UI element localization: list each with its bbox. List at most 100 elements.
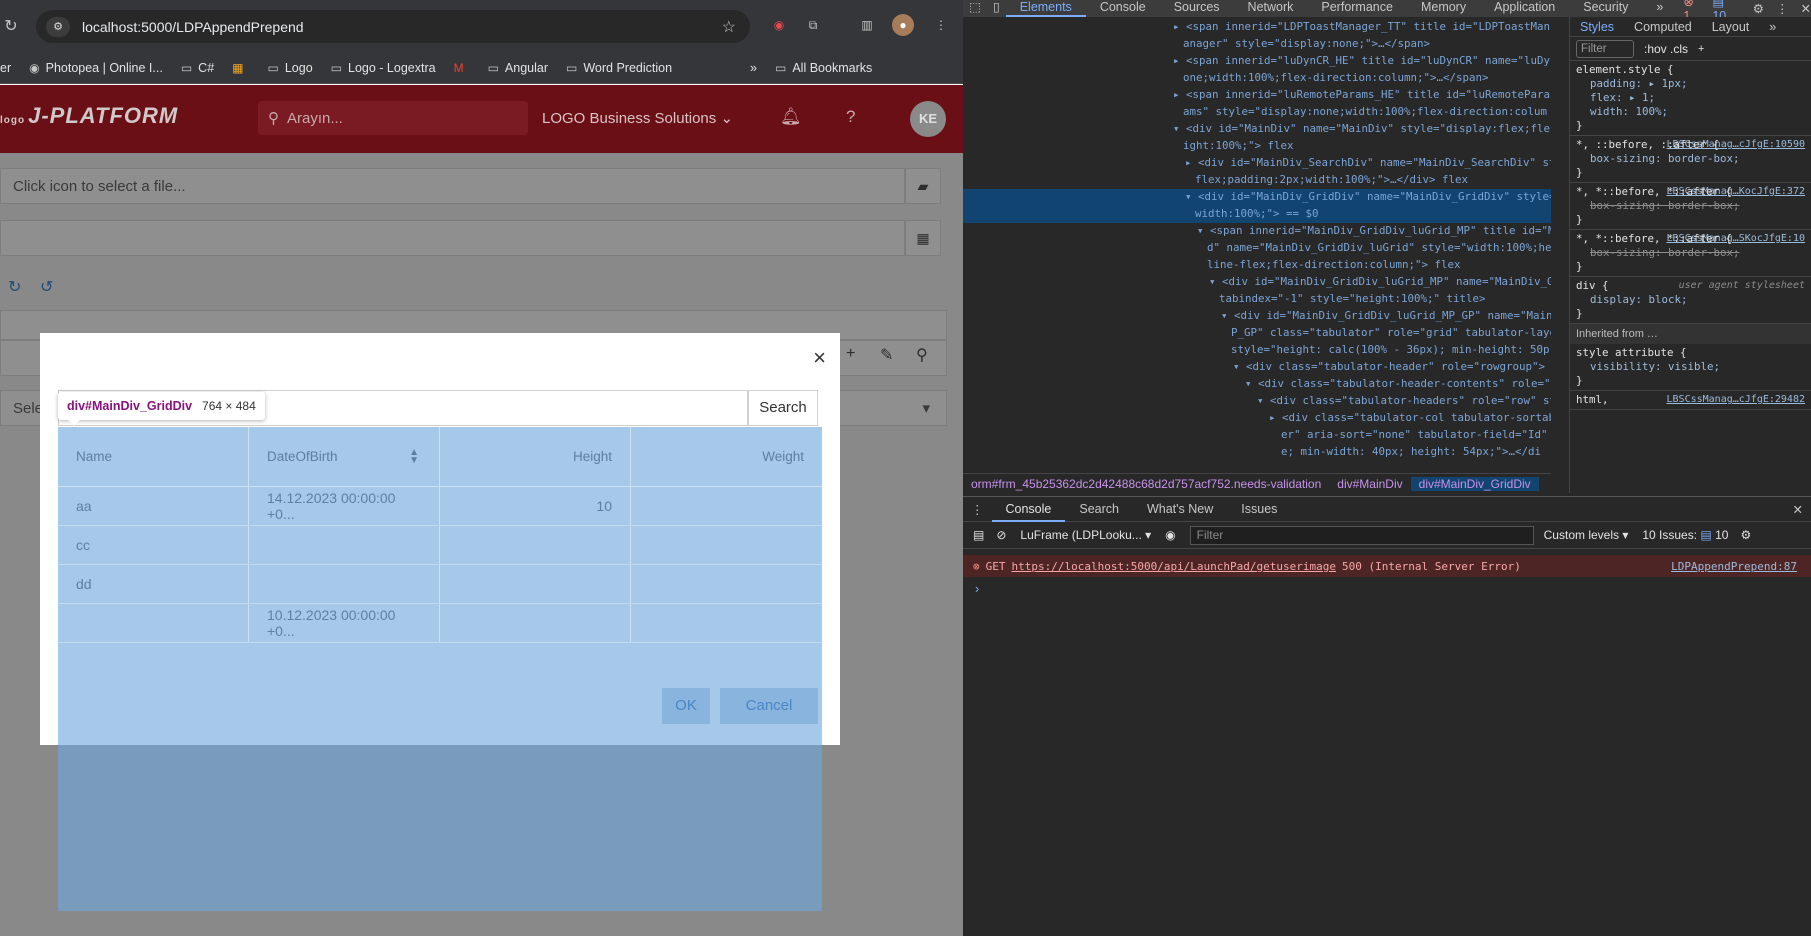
dom-node-line[interactable]: ▾ <div class="tabulator-header" role="ro… <box>963 359 1551 376</box>
menu-kebab-icon[interactable]: ⋮ <box>1776 1 1789 16</box>
css-rule[interactable]: LBSCssManag…KocJfgE:372 *, *::before, *::… <box>1570 183 1811 230</box>
css-rule[interactable]: LBSCssManag…cJfgE:29482 html, <box>1570 391 1811 410</box>
column-header-name[interactable]: Name <box>58 427 249 486</box>
date-field[interactable] <box>0 220 905 256</box>
bookmark-folder[interactable]: ▭ Angular <box>488 61 548 75</box>
close-drawer-icon[interactable]: ✕ <box>1779 502 1811 517</box>
rule-property-overridden[interactable]: box-sizing: border-box; <box>1576 199 1805 213</box>
hov-cls-toggle[interactable]: :hov .cls <box>1644 42 1688 56</box>
column-header-dateofbirth[interactable]: DateOfBirth ▲ ▼ <box>249 427 440 486</box>
dom-node-line[interactable]: ▸ <span innerid="luRemoteParams_HE" titl… <box>963 87 1551 104</box>
bookmark-folder[interactable]: ▭ Logo - Logextra <box>331 61 436 75</box>
tab-computed[interactable]: Computed <box>1624 20 1702 34</box>
dom-node-line[interactable]: er" aria-sort="none" tabulator-field="Id… <box>963 427 1551 444</box>
all-bookmarks-folder[interactable]: ▭ All Bookmarks <box>775 61 872 75</box>
dom-node-line[interactable]: ight:100%;"> flex <box>963 138 1551 155</box>
console-filter-input[interactable]: Filter <box>1189 525 1534 545</box>
drawer-menu-icon[interactable]: ⋮ <box>963 502 992 517</box>
css-rule[interactable]: style attribute { visibility: visible; } <box>1570 344 1811 391</box>
user-avatar[interactable]: KE <box>910 101 946 137</box>
elements-tree[interactable]: ▸ <span innerid="LDPToastManager_TT" tit… <box>963 17 1551 457</box>
error-url-link[interactable]: https://localhost:5000/api/LaunchPad/get… <box>1012 560 1337 573</box>
styles-filter-input[interactable]: Filter <box>1576 39 1634 58</box>
edit-icon[interactable]: ✎ <box>880 345 893 365</box>
add-icon[interactable]: + <box>846 345 855 363</box>
url-text[interactable]: localhost:5000/LDPAppendPrepend <box>82 19 722 35</box>
header-search-input[interactable]: ⚲ Arayın... <box>258 101 528 135</box>
drawer-tab-whats-new[interactable]: What's New <box>1133 502 1227 516</box>
breadcrumb-item[interactable]: orm#frm_45b25362dc2d42488c68d2d757acf752… <box>963 477 1329 491</box>
bookmark-item[interactable]: M <box>454 61 470 75</box>
bookmark-item[interactable]: ▦ <box>232 61 249 75</box>
new-rule-icon[interactable]: + <box>1698 43 1704 55</box>
dom-node-line[interactable]: flex;padding:2px;width:100%;">…</div> fl… <box>963 172 1551 189</box>
dom-node-line[interactable]: ▸ <div class="tabulator-col tabulator-so… <box>963 410 1551 427</box>
dom-node-line[interactable]: tabindex="-1" style="height:100%;" title… <box>963 291 1551 308</box>
context-selector[interactable]: LuFrame (LDPLooku... ▾ <box>1020 528 1151 542</box>
dom-node-line[interactable]: ▸ <span innerid="luDynCR_HE" title id="l… <box>963 53 1551 70</box>
sidebar-toggle-icon[interactable]: ▤ <box>973 528 984 542</box>
company-selector[interactable]: LOGO Business Solutions ⌄ <box>542 109 733 127</box>
tab-network[interactable]: Network <box>1234 0 1308 17</box>
cancel-button[interactable]: Cancel <box>720 688 818 724</box>
settings-gear-icon[interactable]: ⚙ <box>1753 1 1764 16</box>
tab-application[interactable]: Application <box>1480 0 1569 17</box>
rule-property[interactable]: display: block; <box>1576 293 1805 307</box>
dom-node-line[interactable]: ▾ <div class="tabulator-header-contents"… <box>963 376 1551 393</box>
close-devtools-icon[interactable]: ✕ <box>1801 1 1811 16</box>
device-toolbar-icon[interactable]: ▯ <box>987 0 1006 17</box>
omnibox[interactable]: ⚙ localhost:5000/LDPAppendPrepend ☆ <box>36 10 750 43</box>
column-header-height[interactable]: Height <box>440 427 631 486</box>
error-source-link[interactable]: LDPAppendPrepend:87 <box>1671 560 1797 573</box>
table-row[interactable]: 10.12.2023 00:00:00 +0... <box>58 604 822 643</box>
breadcrumb-item-active[interactable]: div#MainDiv_GridDiv <box>1410 476 1539 491</box>
extensions-icon[interactable]: ⧉ <box>802 14 824 36</box>
bookmark-item[interactable]: er <box>0 61 11 75</box>
tab-elements[interactable]: Elements <box>1005 0 1086 17</box>
dom-node-line[interactable]: ▾ <div id="MainDiv" name="MainDiv" style… <box>963 121 1551 138</box>
profile-avatar-icon[interactable]: ● <box>892 14 914 36</box>
live-expression-eye-icon[interactable]: ◉ <box>1165 528 1175 542</box>
refresh-icon[interactable]: ↻ <box>8 277 21 297</box>
breadcrumb-item[interactable]: div#MainDiv <box>1329 477 1410 491</box>
tab-styles[interactable]: Styles <box>1570 20 1624 34</box>
tab-security[interactable]: Security <box>1569 0 1642 17</box>
dom-node-line[interactable]: ▸ <div id="MainDiv_SearchDiv" name="Main… <box>963 155 1551 172</box>
dom-node-line[interactable]: d" name="MainDiv_GridDiv_luGrid" style="… <box>963 240 1551 257</box>
rule-property[interactable]: flex: ▸ 1; <box>1576 91 1805 105</box>
dom-node-line[interactable]: P_GP" class="tabulator" role="grid" tabu… <box>963 325 1551 342</box>
table-row[interactable]: dd <box>58 565 822 604</box>
bookmark-folder[interactable]: ▭ C# <box>181 61 214 75</box>
folder-open-button[interactable]: ▰ <box>905 168 941 204</box>
column-header-weight[interactable]: Weight <box>631 427 822 486</box>
table-row[interactable]: cc <box>58 526 822 565</box>
bookmark-folder[interactable]: ▭ Word Prediction <box>566 61 672 75</box>
css-rule[interactable]: user agent stylesheet div { display: bloc… <box>1570 277 1811 324</box>
table-row[interactable]: aa 14.12.2023 00:00:00 +0... 10 <box>58 487 822 526</box>
tab-sources[interactable]: Sources <box>1160 0 1234 17</box>
dom-node-line[interactable]: ▾ <div id="MainDiv_GridDiv_luGrid_MP" na… <box>963 274 1551 291</box>
dom-node-line[interactable]: style="height: calc(100% - 36px); min-he… <box>963 342 1551 359</box>
ublock-icon[interactable]: ◉ <box>768 14 790 36</box>
log-levels-dropdown[interactable]: Custom levels ▾ <box>1544 528 1629 542</box>
rule-property[interactable]: width: 100%; <box>1576 105 1805 119</box>
clear-console-icon[interactable]: ⊘ <box>996 528 1006 542</box>
dom-node-line[interactable]: line-flex;flex-direction:column;"> flex <box>963 257 1551 274</box>
dom-node-line[interactable]: ▾ <div class="tabulator-headers" role="r… <box>963 393 1551 410</box>
css-rule[interactable]: element.style { padding: ▸ 1px; flex: ▸ … <box>1570 61 1811 136</box>
dom-node-line[interactable]: anager" style="display:none;">…</span> <box>963 36 1551 53</box>
bookmark-star-icon[interactable]: ☆ <box>722 17 736 37</box>
more-tabs-button[interactable]: » <box>1642 0 1677 17</box>
reload-icon[interactable]: ↻ <box>0 16 22 36</box>
tab-layout[interactable]: Layout <box>1702 20 1760 34</box>
css-rule[interactable]: LBSCssManag…cJfgE:10590 *, ::before, ::af… <box>1570 136 1811 183</box>
dom-node-line[interactable]: ams" style="display:none;width:100%;flex… <box>963 104 1551 121</box>
search-icon[interactable]: ⚲ <box>916 345 928 365</box>
rule-property[interactable]: box-sizing: border-box; <box>1576 152 1805 166</box>
menu-kebab-icon[interactable]: ⋮ <box>930 14 952 36</box>
dom-node-line[interactable]: ▸ <span innerid="LDPToastManager_TT" tit… <box>963 19 1551 36</box>
dialog-search-button[interactable]: Search <box>748 390 818 426</box>
rule-property[interactable]: visibility: visible; <box>1576 360 1805 374</box>
calendar-button[interactable]: ▦ <box>905 220 941 256</box>
rule-property-overridden[interactable]: box-sizing: border-box; <box>1576 246 1805 260</box>
